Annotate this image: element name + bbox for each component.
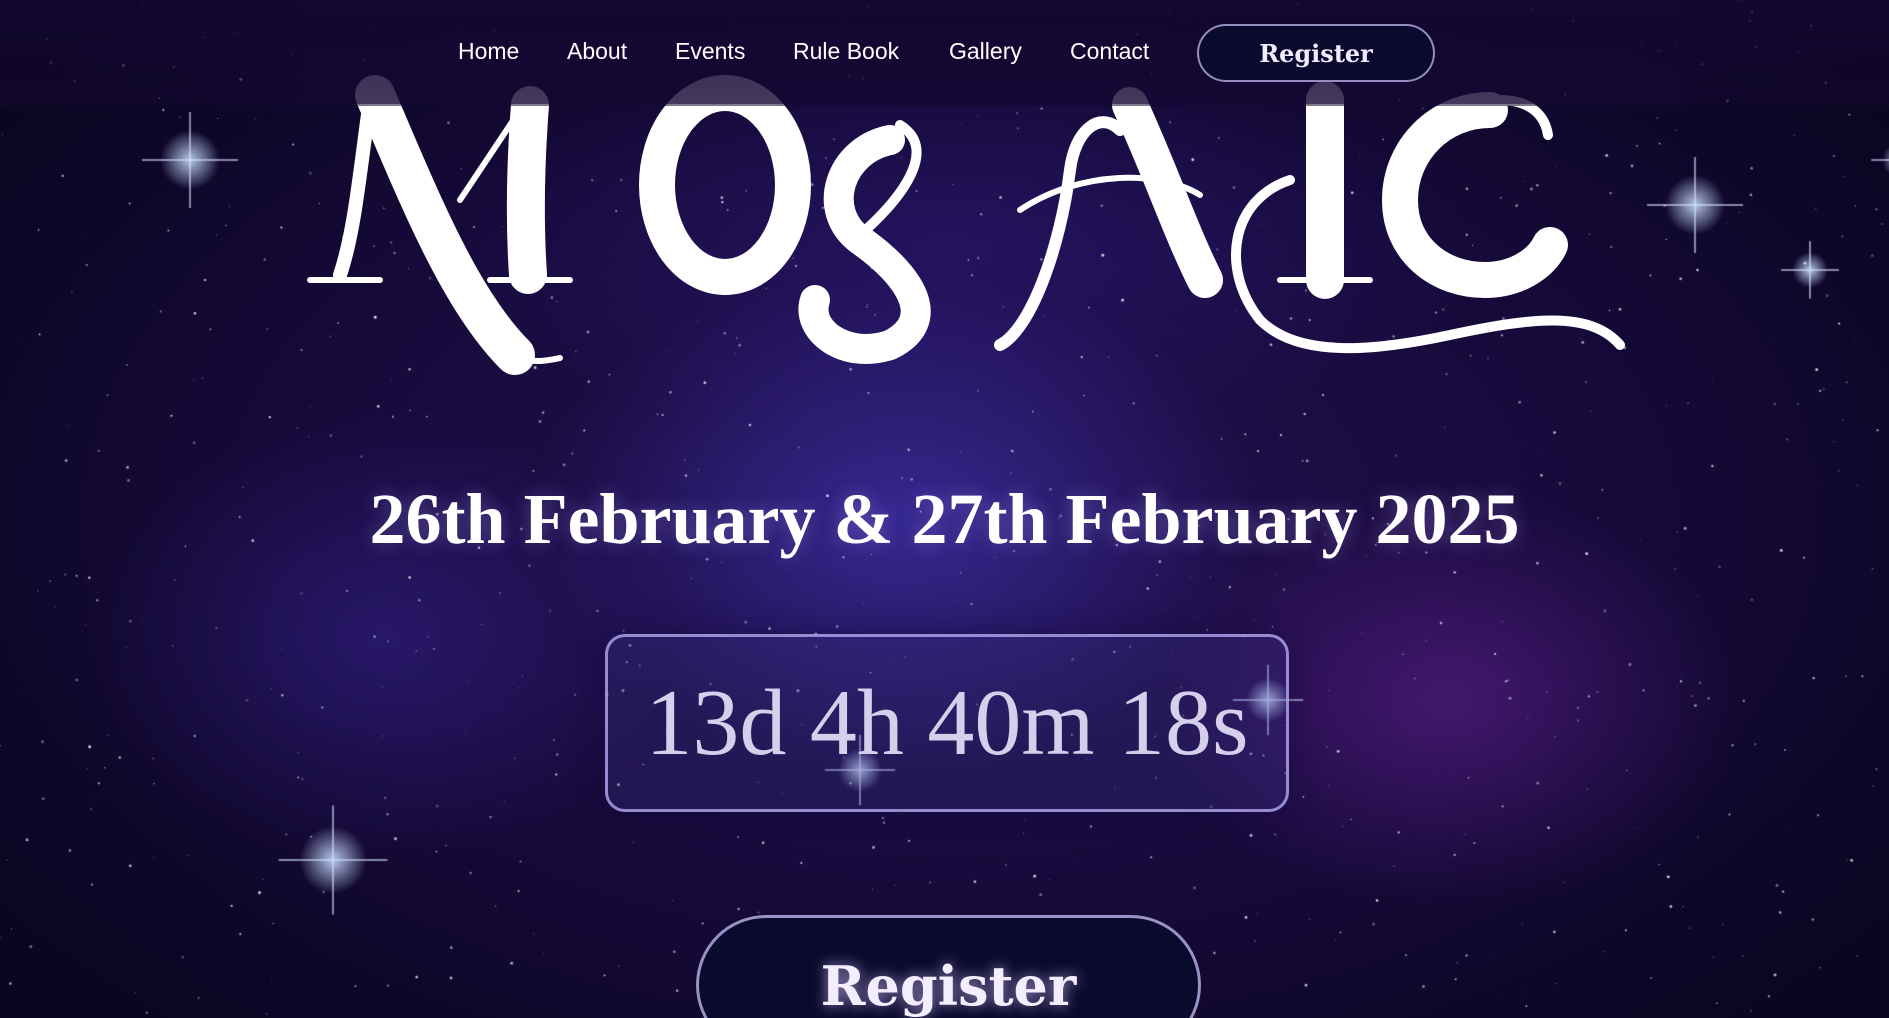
top-navigation: Home About Events Rule Book Gallery Cont… [0,0,1889,106]
page: Home About Events Rule Book Gallery Cont… [0,0,1889,1018]
nav-link-contact[interactable]: Contact [1070,38,1149,65]
event-date: 26th February & 27th February 2025 [369,479,1520,559]
nav-link-about[interactable]: About [567,38,627,65]
nav-register-button[interactable]: Register [1197,24,1435,82]
nav-link-home[interactable]: Home [458,38,519,65]
nav-link-events[interactable]: Events [675,38,745,65]
countdown-timer: 13d 4h 40m 18s [605,634,1289,812]
nav-link-gallery[interactable]: Gallery [949,38,1022,65]
hero-register-button[interactable]: Register [696,915,1201,1018]
nav-link-rule-book[interactable]: Rule Book [793,38,899,65]
